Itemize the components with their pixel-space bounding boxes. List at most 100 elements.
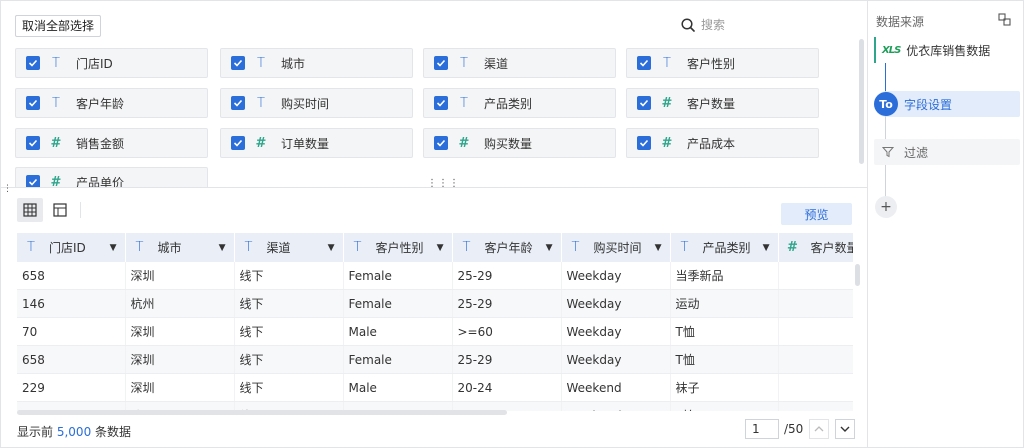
table-cell: 线下 xyxy=(234,289,344,318)
table-cell: 深圳 xyxy=(125,317,235,346)
caret-down-icon[interactable]: ▼ xyxy=(219,243,226,253)
field-chip[interactable]: # 购买数量 xyxy=(423,128,616,158)
text-type-icon: T xyxy=(135,240,144,255)
preview-button[interactable]: 预览 xyxy=(781,203,852,225)
table-cell: Weekend xyxy=(561,373,671,402)
field-chip[interactable]: T 产品类别 xyxy=(423,88,616,118)
field-checkbox[interactable] xyxy=(637,56,651,70)
table-cell xyxy=(778,289,853,318)
add-step-button[interactable]: + xyxy=(875,196,897,218)
field-chip[interactable]: T 门店ID xyxy=(15,48,208,78)
field-label: 客户性别 xyxy=(687,56,736,71)
field-checkbox[interactable] xyxy=(26,175,40,187)
column-header[interactable]: T 客户性别 ▼ xyxy=(343,233,453,262)
table-cell: Female xyxy=(343,345,453,374)
table-cell: 25-29 xyxy=(452,345,562,374)
caret-down-icon[interactable]: ▼ xyxy=(655,243,662,253)
field-chip[interactable]: T 购买时间 xyxy=(220,88,413,118)
toolbar-divider xyxy=(80,202,81,218)
table-cell: 袜子 xyxy=(670,373,779,402)
column-header[interactable]: T 渠道 ▼ xyxy=(234,233,344,262)
field-chip[interactable]: T 客户性别 xyxy=(626,48,819,78)
number-type-icon: # xyxy=(661,95,673,111)
field-chip[interactable]: # 产品单价 xyxy=(15,167,208,188)
table-cell: Male xyxy=(343,317,453,346)
column-header[interactable]: T 客户年龄 ▼ xyxy=(452,233,562,262)
field-checkbox[interactable] xyxy=(231,136,245,150)
field-chip[interactable]: # 客户数量 xyxy=(626,88,819,118)
field-label: 产品单价 xyxy=(76,175,125,188)
text-type-icon: T xyxy=(257,55,265,71)
vertical-resize-handle[interactable]: ⋮ xyxy=(3,185,12,194)
table-cell: 658 xyxy=(17,345,126,374)
step-filter[interactable]: 过滤 xyxy=(874,139,1020,165)
switch-datasource-button[interactable] xyxy=(998,13,1011,29)
text-type-icon: T xyxy=(460,55,468,71)
table-cell: Weekday xyxy=(561,345,671,374)
grid-view-button[interactable] xyxy=(17,198,43,222)
number-type-icon: # xyxy=(50,174,62,188)
field-checkbox[interactable] xyxy=(231,96,245,110)
field-area-scrollbar[interactable] xyxy=(859,39,864,164)
number-type-icon: # xyxy=(255,135,267,151)
number-type-icon: # xyxy=(787,240,798,255)
field-checkbox[interactable] xyxy=(637,96,651,110)
field-chip[interactable]: T 客户年龄 xyxy=(15,88,208,118)
field-chip[interactable]: T 城市 xyxy=(220,48,413,78)
search-placeholder: 搜索 xyxy=(701,18,726,32)
layout-view-button[interactable] xyxy=(47,198,73,222)
field-label: 购买时间 xyxy=(281,96,330,111)
field-chip[interactable]: # 产品成本 xyxy=(626,128,819,158)
table-cell: Weekday xyxy=(561,317,671,346)
table-cell xyxy=(778,262,853,290)
caret-down-icon[interactable]: ▼ xyxy=(328,243,335,253)
field-checkbox[interactable] xyxy=(26,96,40,110)
horizontal-resize-handle[interactable]: ⋮⋮⋮ xyxy=(427,179,460,189)
column-header[interactable]: T 城市 ▼ xyxy=(125,233,235,262)
caret-down-icon[interactable]: ▼ xyxy=(437,243,444,253)
field-checkbox[interactable] xyxy=(26,56,40,70)
process-panel: 数据来源 XLS 优衣库销售数据 To 字段设置 过滤 + xyxy=(867,1,1024,447)
field-checkbox[interactable] xyxy=(434,96,448,110)
deselect-all-button[interactable]: 取消全部选择 xyxy=(15,15,102,37)
table-cell: 当季新品 xyxy=(670,262,779,290)
page-number-input[interactable]: 1 xyxy=(745,419,779,439)
chevron-down-icon xyxy=(840,426,850,432)
excel-file-icon: XLS xyxy=(882,44,901,56)
table-cell: Weekday xyxy=(561,289,671,318)
table-cell: 25-29 xyxy=(452,289,562,318)
field-label: 产品类别 xyxy=(484,96,533,111)
datasource-item[interactable]: XLS 优衣库销售数据 xyxy=(874,37,1020,63)
field-checkbox[interactable] xyxy=(434,56,448,70)
prev-page-button[interactable] xyxy=(809,419,830,439)
field-checkbox[interactable] xyxy=(637,136,651,150)
table-vertical-scrollbar[interactable] xyxy=(855,264,860,286)
field-checkbox[interactable] xyxy=(26,136,40,150)
text-type-icon: T xyxy=(680,240,689,255)
column-header[interactable]: # 客户数量 xyxy=(778,233,853,262)
column-header[interactable]: T 购买时间 ▼ xyxy=(561,233,671,262)
field-chip[interactable]: # 订单数量 xyxy=(220,128,413,158)
row-count-number: 5,000 xyxy=(56,425,92,439)
step-field-settings[interactable]: To 字段设置 xyxy=(874,91,1020,117)
table-cell: 线下 xyxy=(234,345,344,374)
caret-down-icon[interactable]: ▼ xyxy=(546,243,553,253)
table-cell: Weekday xyxy=(561,262,671,290)
search-box[interactable]: 搜索 xyxy=(681,16,725,33)
caret-down-icon[interactable]: ▼ xyxy=(763,243,770,253)
table-horizontal-scrollbar[interactable] xyxy=(17,410,507,415)
field-checkbox[interactable] xyxy=(231,56,245,70)
table-row: 70 深圳 线下 Male >=60 Weekday T恤 xyxy=(17,317,853,346)
field-chip[interactable]: T 渠道 xyxy=(423,48,616,78)
caret-down-icon[interactable]: ▼ xyxy=(110,243,117,253)
next-page-button[interactable] xyxy=(835,419,856,439)
field-checkbox[interactable] xyxy=(434,136,448,150)
column-header[interactable]: T 门店ID ▼ xyxy=(17,233,126,262)
field-label: 客户数量 xyxy=(687,96,736,111)
column-header-label: 渠道 xyxy=(266,241,291,255)
column-header[interactable]: T 产品类别 ▼ xyxy=(670,233,779,262)
field-chip[interactable]: # 销售金额 xyxy=(15,128,208,158)
layout-icon xyxy=(53,203,67,217)
row-count-prefix: 显示前 xyxy=(17,425,54,439)
data-prep-window: 取消全部选择 搜索 T 门店ID T 城市 T 渠道 T 客户性别 T 客户年龄 T 购买时间 T 产品类… xyxy=(0,0,1024,448)
